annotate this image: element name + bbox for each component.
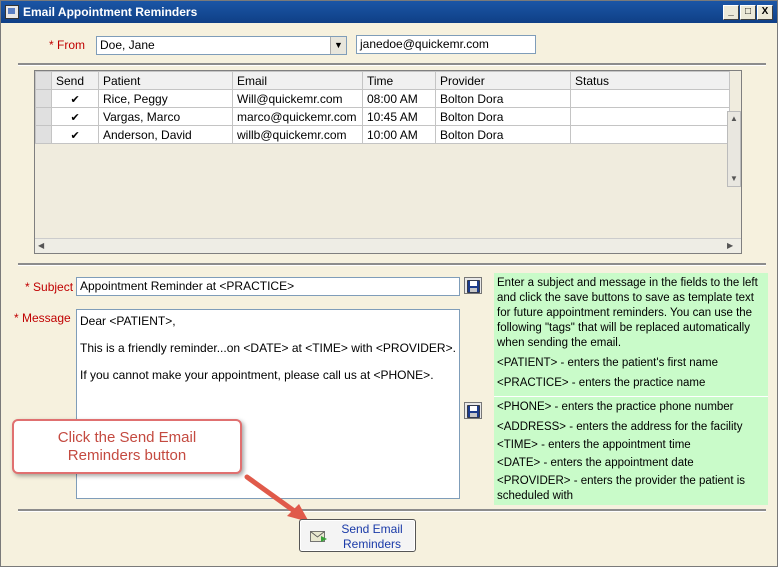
- column-header-provider[interactable]: Provider: [435, 71, 571, 90]
- email-cell: Will@quickemr.com: [232, 89, 363, 108]
- divider-top: [18, 63, 766, 66]
- help-panel: Enter a subject and message in the field…: [494, 273, 768, 505]
- from-label-text: From: [57, 38, 86, 52]
- column-header-email[interactable]: Email: [232, 71, 363, 90]
- scroll-up-icon[interactable]: ▲: [730, 114, 738, 123]
- app-icon: [5, 5, 19, 19]
- row-selector[interactable]: [35, 89, 52, 108]
- send-checkbox[interactable]: ✔: [51, 125, 99, 144]
- time-cell: 08:00 AM: [362, 89, 436, 108]
- instruction-callout: Click the Send Email Reminders button: [12, 419, 242, 474]
- provider-cell: Bolton Dora: [435, 89, 571, 108]
- send-checkbox[interactable]: ✔: [51, 107, 99, 126]
- maximize-button[interactable]: □: [740, 5, 756, 20]
- divider-middle: [18, 263, 766, 266]
- from-label: * From: [49, 38, 85, 52]
- table-row[interactable]: ✔ Anderson, David willb@quickemr.com 10:…: [35, 125, 730, 144]
- help-tag: <PATIENT> - enters the patient's first n…: [497, 357, 718, 369]
- status-cell: [570, 125, 730, 144]
- from-dropdown[interactable]: Doe, Jane ▼: [96, 36, 347, 55]
- row-selector[interactable]: [35, 107, 52, 126]
- subject-label-text: Subject: [33, 280, 74, 294]
- time-cell: 10:00 AM: [362, 125, 436, 144]
- appointments-grid: Send Patient Email Time Provider Status …: [34, 70, 742, 254]
- message-label-text: Message: [22, 311, 71, 325]
- row-selector-header: [35, 71, 52, 90]
- help-intro: Enter a subject and message in the field…: [497, 277, 758, 349]
- floppy-disk-icon: [467, 280, 480, 293]
- title-bar: Email Appointment Reminders _ □ X: [1, 1, 777, 23]
- message-label: * Message: [14, 311, 71, 325]
- check-icon: ✔: [70, 129, 80, 142]
- help-tag: <ADDRESS> - enters the address for the f…: [497, 421, 743, 433]
- send-button-label-line2: Reminders: [342, 537, 402, 551]
- help-tag: <DATE> - enters the appointment date: [497, 457, 694, 469]
- help-tag: <TIME> - enters the appointment time: [497, 439, 691, 451]
- column-header-send[interactable]: Send: [51, 71, 99, 90]
- grid-vertical-scrollbar[interactable]: ▲ ▼: [727, 111, 741, 187]
- close-button[interactable]: X: [757, 5, 773, 20]
- required-mark: *: [14, 311, 19, 325]
- message-line: This is a friendly reminder...on <DATE> …: [80, 341, 456, 355]
- column-header-time[interactable]: Time: [362, 71, 436, 90]
- column-header-status[interactable]: Status: [570, 71, 730, 90]
- chevron-down-icon[interactable]: ▼: [330, 37, 346, 54]
- send-button-label-line1: Send Email: [341, 522, 403, 536]
- message-line: Dear <PATIENT>,: [80, 314, 176, 328]
- row-selector[interactable]: [35, 125, 52, 144]
- provider-cell: Bolton Dora: [435, 107, 571, 126]
- provider-cell: Bolton Dora: [435, 125, 571, 144]
- help-tag: <PRACTICE> - enters the practice name: [497, 377, 706, 389]
- grid-horizontal-scrollbar[interactable]: ◀ ▶: [35, 238, 741, 253]
- time-cell: 10:45 AM: [362, 107, 436, 126]
- patient-cell: Rice, Peggy: [98, 89, 233, 108]
- help-separator: [494, 396, 768, 397]
- grid-header-row: Send Patient Email Time Provider Status: [35, 71, 730, 90]
- window-title: Email Appointment Reminders: [23, 5, 198, 19]
- save-subject-button[interactable]: [464, 277, 482, 294]
- table-row[interactable]: ✔ Vargas, Marco marco@quickemr.com 10:45…: [35, 107, 730, 126]
- patient-cell: Anderson, David: [98, 125, 233, 144]
- email-reminders-window: Email Appointment Reminders _ □ X * From…: [0, 0, 778, 567]
- status-cell: [570, 89, 730, 108]
- help-tag: <PHONE> - enters the practice phone numb…: [497, 401, 734, 413]
- save-message-button[interactable]: [464, 402, 482, 419]
- floppy-disk-icon: [467, 405, 480, 418]
- help-tag: <PROVIDER> - enters the provider the pat…: [497, 475, 746, 502]
- send-email-reminders-button[interactable]: Send Email Reminders: [299, 519, 416, 552]
- from-selected-value: Doe, Jane: [100, 38, 155, 52]
- from-email-field[interactable]: janedoe@quickemr.com: [356, 35, 536, 54]
- required-mark: *: [49, 38, 54, 52]
- required-mark: *: [25, 280, 30, 294]
- email-cell: willb@quickemr.com: [232, 125, 363, 144]
- status-cell: [570, 107, 730, 126]
- send-checkbox[interactable]: ✔: [51, 89, 99, 108]
- callout-text: Click the Send Email Reminders button: [57, 429, 197, 464]
- message-line: If you cannot make your appointment, ple…: [80, 368, 434, 382]
- subject-label: * Subject: [25, 280, 73, 294]
- column-header-patient[interactable]: Patient: [98, 71, 233, 90]
- envelope-send-icon: [310, 531, 327, 542]
- minimize-button[interactable]: _: [723, 5, 739, 20]
- subject-input[interactable]: Appointment Reminder at <PRACTICE>: [76, 277, 460, 296]
- scroll-left-icon[interactable]: ◀: [38, 241, 44, 250]
- patient-cell: Vargas, Marco: [98, 107, 233, 126]
- scroll-down-icon[interactable]: ▼: [730, 174, 738, 183]
- divider-bottom: [18, 509, 766, 512]
- table-row[interactable]: ✔ Rice, Peggy Will@quickemr.com 08:00 AM…: [35, 89, 730, 108]
- email-cell: marco@quickemr.com: [232, 107, 363, 126]
- check-icon: ✔: [70, 111, 80, 124]
- check-icon: ✔: [70, 93, 80, 106]
- scroll-right-icon[interactable]: ▶: [727, 241, 733, 250]
